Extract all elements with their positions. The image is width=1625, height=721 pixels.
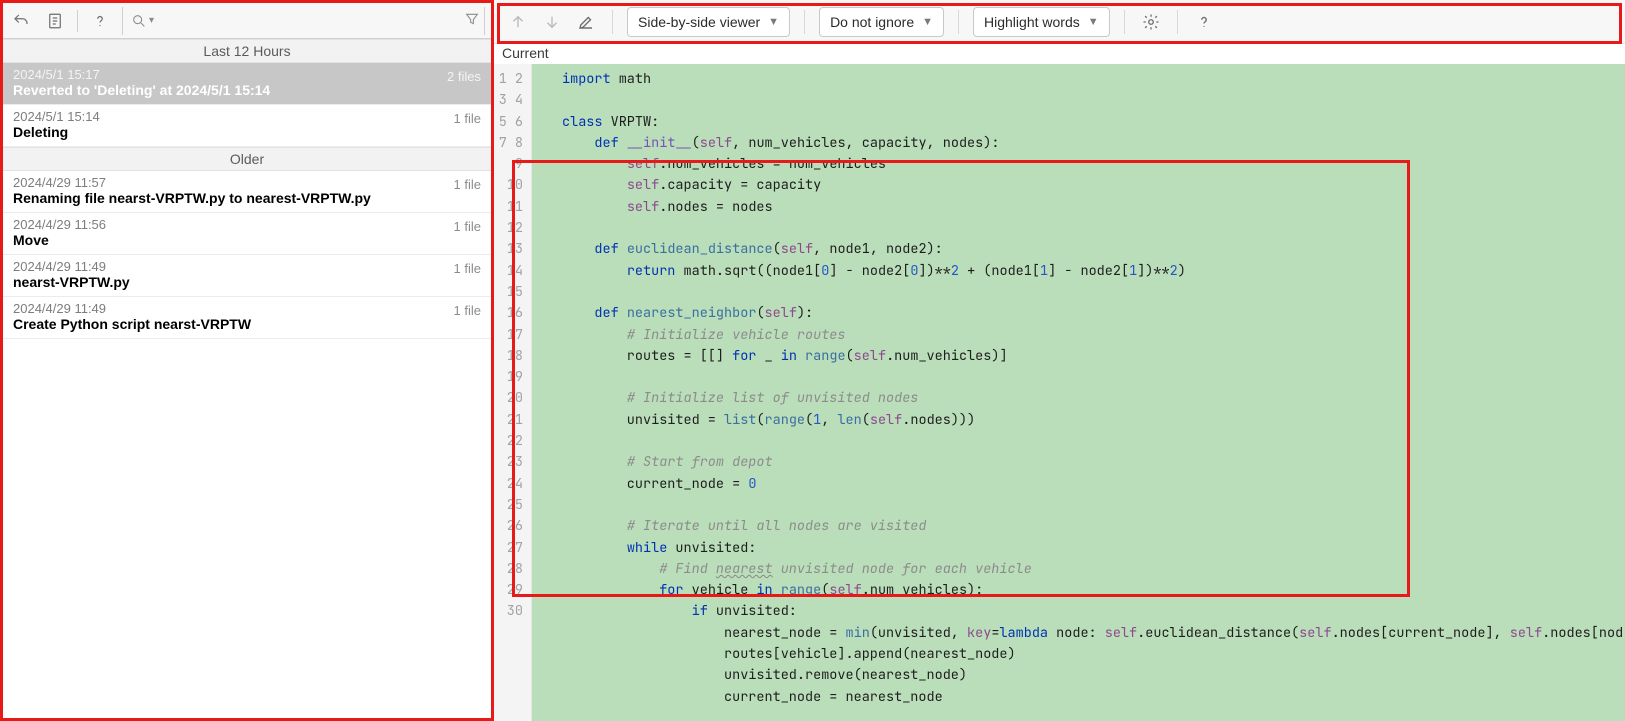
undo-icon[interactable] <box>9 9 33 33</box>
highlight-mode-label: Highlight words <box>984 14 1080 30</box>
toolbar-separator <box>1124 10 1125 34</box>
history-toolbar: ▾ <box>3 3 491 39</box>
history-section-header: Last 12 Hours <box>3 39 491 63</box>
search-dropdown-caret[interactable]: ▾ <box>149 15 154 26</box>
history-entry[interactable]: 2024/4/29 11:49nearst-VRPTW.py1 file <box>3 255 491 297</box>
toolbar-separator <box>77 10 78 32</box>
app-root: ▾ Last 12 Hours2024/5/1 15:17Reverted to… <box>0 0 1625 721</box>
chevron-down-icon: ▼ <box>922 16 933 28</box>
history-panel: ▾ Last 12 Hours2024/5/1 15:17Reverted to… <box>0 0 494 721</box>
history-section-header: Older <box>3 147 491 171</box>
diff-toolbar: Side-by-side viewer ▼ Do not ignore ▼ High… <box>494 0 1625 44</box>
entry-label: Move <box>13 232 481 248</box>
entry-label: Reverted to 'Deleting' at 2024/5/1 15:14 <box>13 82 481 98</box>
code-area: 1 2 3 4 5 6 7 8 9 10 11 12 13 14 15 16 1… <box>494 64 1625 721</box>
viewer-mode-label: Side-by-side viewer <box>638 14 760 30</box>
line-gutter: 1 2 3 4 5 6 7 8 9 10 11 12 13 14 15 16 1… <box>494 64 532 721</box>
history-list[interactable]: Last 12 Hours2024/5/1 15:17Reverted to '… <box>3 39 491 718</box>
highlight-mode-combo[interactable]: Highlight words ▼ <box>973 7 1110 37</box>
next-diff-icon[interactable] <box>540 10 564 34</box>
entry-file-count: 1 file <box>454 111 481 126</box>
entry-timestamp: 2024/4/29 11:56 <box>13 217 481 232</box>
entry-label: nearst-VRPTW.py <box>13 274 481 290</box>
filter-icon[interactable] <box>464 11 480 30</box>
chevron-down-icon: ▼ <box>768 16 779 28</box>
chevron-down-icon: ▼ <box>1088 16 1099 28</box>
entry-file-count: 1 file <box>454 177 481 192</box>
entry-file-count: 1 file <box>454 303 481 318</box>
help-icon[interactable] <box>1192 10 1216 34</box>
help-icon[interactable] <box>88 9 112 33</box>
toolbar-separator <box>612 10 613 34</box>
diff-tab-current[interactable]: Current <box>502 45 549 61</box>
entry-file-count: 2 files <box>447 69 481 84</box>
entry-timestamp: 2024/5/1 15:17 <box>13 67 481 82</box>
toolbar-separator <box>804 10 805 34</box>
ignore-mode-label: Do not ignore <box>830 14 914 30</box>
prev-diff-icon[interactable] <box>506 10 530 34</box>
history-entry[interactable]: 2024/5/1 15:14Deleting1 file <box>3 105 491 147</box>
viewer-mode-combo[interactable]: Side-by-side viewer ▼ <box>627 7 790 37</box>
entry-label: Create Python script nearst-VRPTW <box>13 316 481 332</box>
entry-file-count: 1 file <box>454 261 481 276</box>
entry-timestamp: 2024/5/1 15:14 <box>13 109 481 124</box>
diff-panel: Side-by-side viewer ▼ Do not ignore ▼ High… <box>494 0 1625 721</box>
entry-timestamp: 2024/4/29 11:49 <box>13 259 481 274</box>
diff-icon[interactable] <box>43 9 67 33</box>
history-entry[interactable]: 2024/5/1 15:17Reverted to 'Deleting' at … <box>3 63 491 105</box>
entry-label: Renaming file nearst-VRPTW.py to nearest… <box>13 190 481 206</box>
entry-timestamp: 2024/4/29 11:49 <box>13 301 481 316</box>
entry-file-count: 1 file <box>454 219 481 234</box>
entry-timestamp: 2024/4/29 11:57 <box>13 175 481 190</box>
toolbar-separator <box>1177 10 1178 34</box>
toolbar-separator <box>958 10 959 34</box>
history-entry[interactable]: 2024/4/29 11:56Move1 file <box>3 213 491 255</box>
ignore-mode-combo[interactable]: Do not ignore ▼ <box>819 7 944 37</box>
edit-icon[interactable] <box>574 10 598 34</box>
entry-label: Deleting <box>13 124 481 140</box>
code-view[interactable]: import math class VRPTW: def __init__(se… <box>532 64 1625 721</box>
search-input[interactable]: ▾ <box>122 7 485 35</box>
history-entry[interactable]: 2024/4/29 11:49Create Python script near… <box>3 297 491 339</box>
history-entry[interactable]: 2024/4/29 11:57Renaming file nearst-VRPT… <box>3 171 491 213</box>
settings-icon[interactable] <box>1139 10 1163 34</box>
